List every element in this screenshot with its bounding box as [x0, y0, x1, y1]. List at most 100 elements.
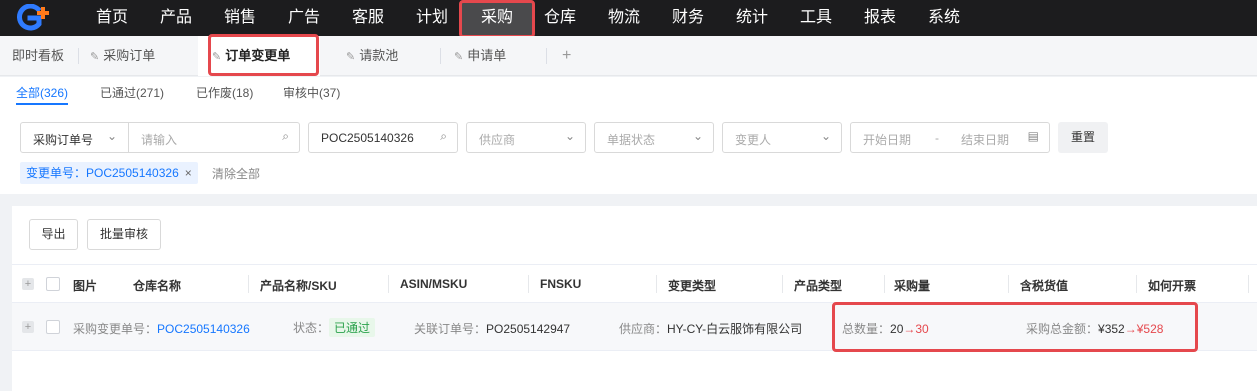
status-label: 状态：: [293, 321, 330, 335]
column-header-image: 图片: [73, 279, 98, 293]
status-tab-voided[interactable]: 已作废(18): [196, 84, 253, 101]
nav-item-system[interactable]: 系统: [916, 0, 972, 36]
tab-payment-pool[interactable]: ✎ 请款池: [346, 36, 398, 76]
column-divider: [248, 275, 249, 293]
column-divider: [782, 275, 783, 293]
nav-item-tools[interactable]: 工具: [788, 0, 844, 36]
field-divider: [128, 123, 129, 152]
table-row: + 采购变更单号：POC2505140326 状态： 已通过 关联订单号：PO25…: [12, 303, 1257, 351]
chevron-down-icon: ⌄: [820, 129, 831, 143]
order-search-group: 采购订单号 ⌄ 请输入 ⌕: [20, 122, 300, 153]
nav-item-ads[interactable]: 广告: [276, 0, 332, 36]
tab-application[interactable]: ✎ 申请单: [454, 36, 506, 76]
row-status: 状态： 已通过: [293, 318, 376, 337]
pin-icon: ✎: [212, 51, 222, 63]
nav-item-finance[interactable]: 财务: [660, 0, 716, 36]
change-order-link[interactable]: POC2505140326: [157, 322, 250, 336]
column-header-warehouse: 仓库名称: [133, 279, 182, 293]
select-all-checkbox[interactable]: [46, 277, 60, 291]
clear-all-link[interactable]: 清除全部: [212, 165, 260, 182]
column-divider: [1136, 275, 1137, 293]
app-logo[interactable]: [12, 4, 62, 32]
nav-item-statistics[interactable]: 统计: [724, 0, 780, 36]
quantity-old: 20: [890, 322, 904, 336]
column-header-tax-value: 含税货值: [1020, 279, 1069, 293]
arrow-right-icon: →: [1124, 322, 1137, 336]
search-type-select[interactable]: 采购订单号: [33, 131, 93, 148]
nav-item-plan[interactable]: 计划: [404, 0, 460, 36]
change-order-label: 采购变更单号：: [73, 322, 158, 336]
doc-status-placeholder: 单据状态: [607, 133, 656, 147]
end-date-input[interactable]: 结束日期: [961, 131, 1009, 148]
search-icon[interactable]: ⌕: [440, 129, 447, 144]
supplier-info: 供应商：HY-CY-白云服饰有限公司: [619, 320, 802, 337]
supplier-value: HY-CY-白云服饰有限公司: [667, 322, 803, 336]
active-filter-label: 变更单号：POC2505140326: [26, 166, 179, 180]
total-quantity-label: 总数量：: [842, 322, 891, 336]
amount-new: ¥528: [1136, 322, 1164, 336]
calendar-icon: ▤: [1027, 129, 1039, 143]
tab-divider: [546, 48, 547, 64]
tab-divider: [440, 48, 441, 64]
changer-placeholder: 变更人: [735, 133, 772, 147]
changer-select[interactable]: 变更人 ⌄: [722, 122, 842, 153]
search-icon[interactable]: ⌕: [282, 129, 289, 144]
nav-item-home[interactable]: 首页: [84, 0, 140, 36]
amount-old: ¥352: [1098, 322, 1125, 336]
pin-icon: ✎: [346, 51, 356, 63]
chevron-down-icon: ⌄: [564, 129, 575, 143]
column-divider: [1008, 275, 1009, 293]
pin-icon: ✎: [454, 51, 464, 63]
page-tabs: 即时看板 ✎ 采购订单 ✎ 订单变更单 ✎ 请款池 ✎ 申请单 +: [0, 36, 1257, 76]
date-range-picker[interactable]: 开始日期 - 结束日期 ▤: [850, 122, 1050, 153]
pin-icon: ✎: [90, 51, 100, 63]
add-tab-button[interactable]: +: [562, 36, 571, 76]
row-checkbox[interactable]: [46, 320, 60, 334]
tab-purchase-order[interactable]: ✎ 采购订单: [90, 36, 155, 76]
batch-review-button[interactable]: 批量审核: [87, 219, 161, 250]
related-order-value: PO2505142947: [486, 322, 571, 336]
top-nav: 首页 产品 销售 广告 客服 计划 采购 仓库 物流 财务 统计 工具 报表 系…: [0, 0, 1257, 36]
column-divider: [388, 275, 389, 293]
expand-all-icon[interactable]: +: [22, 278, 34, 290]
supplier-label: 供应商：: [619, 322, 668, 336]
nav-item-logistics[interactable]: 物流: [596, 0, 652, 36]
nav-item-service[interactable]: 客服: [340, 0, 396, 36]
arrow-right-icon: →: [903, 322, 916, 336]
nav-item-warehouse[interactable]: 仓库: [532, 0, 588, 36]
order-search-input[interactable]: 请输入: [141, 131, 177, 148]
chevron-down-icon: ⌄: [692, 129, 703, 143]
status-badge: 已通过: [329, 318, 376, 337]
reset-button[interactable]: 重置: [1058, 122, 1108, 153]
start-date-input[interactable]: 开始日期: [863, 131, 911, 148]
change-no-field[interactable]: POC2505140326 ⌕: [308, 122, 458, 153]
column-header-fnsku: FNSKU: [540, 277, 582, 291]
column-divider: [528, 275, 529, 293]
expand-row-icon[interactable]: +: [22, 321, 34, 333]
change-no-value: POC2505140326: [321, 131, 414, 145]
status-tab-reviewing[interactable]: 审核中(37): [283, 84, 340, 101]
export-button[interactable]: 导出: [29, 219, 78, 250]
change-order-number: 采购变更单号：POC2505140326: [73, 320, 250, 337]
tab-dashboard[interactable]: 即时看板: [12, 36, 64, 76]
chevron-down-icon: ⌄: [107, 129, 118, 143]
table-header: + 图片 仓库名称 产品名称/SKU ASIN/MSKU FNSKU 变更类型 …: [12, 264, 1257, 303]
status-tab-all[interactable]: 全部(326): [16, 84, 68, 101]
tab-order-change[interactable]: ✎ 订单变更单: [198, 36, 320, 76]
column-header-invoice: 如何开票: [1148, 279, 1197, 293]
date-separator: -: [935, 131, 939, 145]
quantity-new: 30: [915, 322, 929, 336]
nav-item-reports[interactable]: 报表: [852, 0, 908, 36]
column-divider: [656, 275, 657, 293]
supplier-select[interactable]: 供应商 ⌄: [466, 122, 586, 153]
doc-status-select[interactable]: 单据状态 ⌄: [594, 122, 714, 153]
status-tab-approved[interactable]: 已通过(271): [100, 84, 164, 101]
column-header-purchase-qty: 采购量: [894, 279, 931, 293]
nav-item-product[interactable]: 产品: [148, 0, 204, 36]
total-quantity: 总数量：20→30: [842, 320, 929, 337]
column-divider: [1248, 275, 1249, 293]
filter-panel: 全部(326) 已通过(271) 已作废(18) 审核中(37) 采购订单号 ⌄…: [0, 77, 1257, 194]
nav-item-purchase[interactable]: 采购: [462, 0, 532, 36]
close-icon[interactable]: ×: [185, 166, 192, 180]
nav-item-sales[interactable]: 销售: [212, 0, 268, 36]
